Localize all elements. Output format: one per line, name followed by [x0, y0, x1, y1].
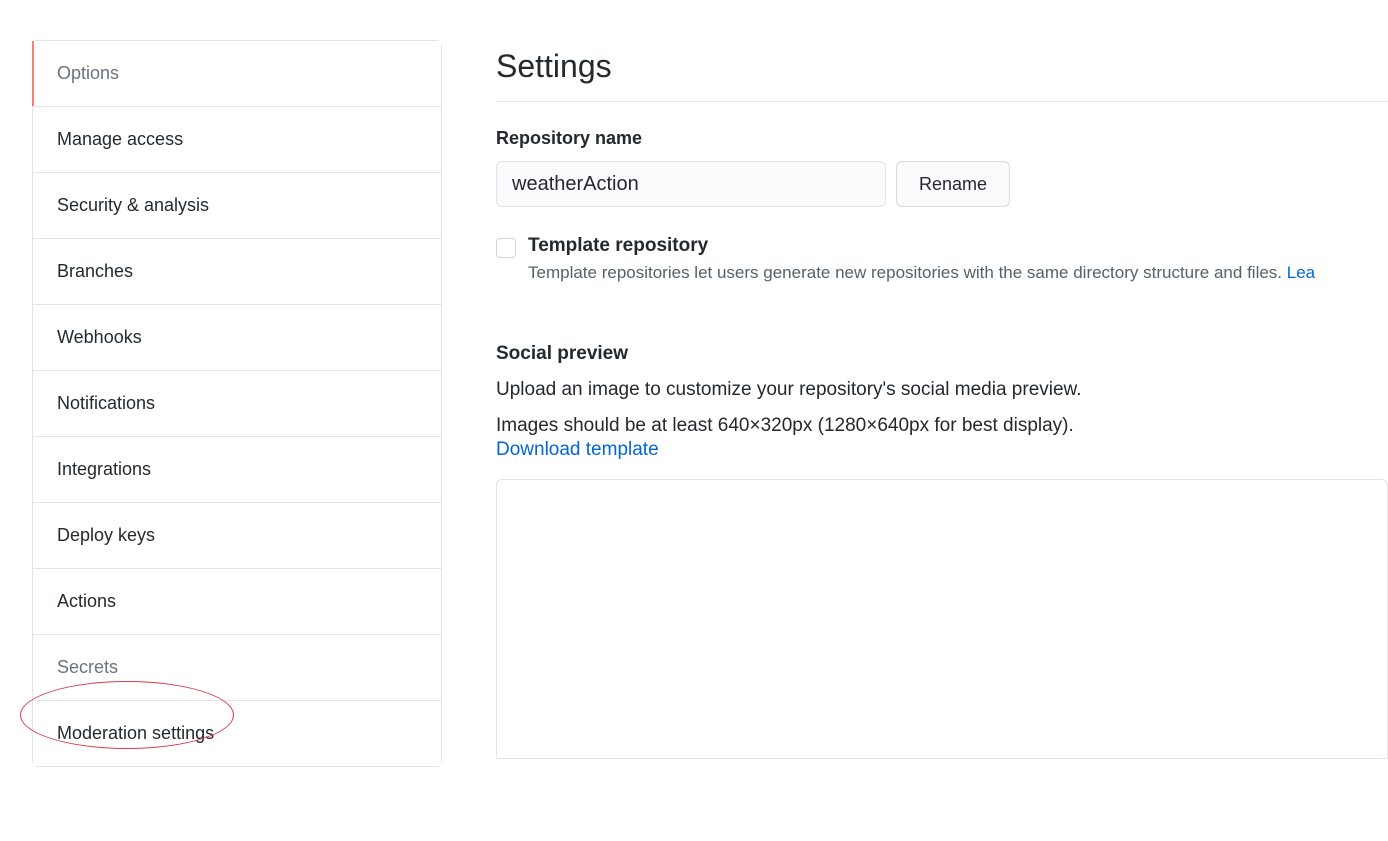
social-preview-title: Social preview	[496, 343, 1388, 365]
template-repository-learn-link[interactable]: Lea	[1287, 263, 1315, 282]
template-repository-description: Template repositories let users generate…	[528, 263, 1388, 283]
sidebar-item-integrations[interactable]: Integrations	[33, 437, 441, 503]
repository-name-section: Repository name Rename	[496, 128, 1388, 207]
social-preview-box[interactable]	[496, 479, 1388, 759]
sidebar-item-security-analysis[interactable]: Security & analysis	[33, 173, 441, 239]
template-repository-title: Template repository	[528, 235, 1388, 257]
sidebar-item-secrets[interactable]: Secrets	[33, 635, 441, 701]
rename-button[interactable]: Rename	[896, 161, 1010, 207]
sidebar-item-branches[interactable]: Branches	[33, 239, 441, 305]
sidebar-item-options[interactable]: Options	[33, 41, 441, 107]
sidebar-item-label: Notifications	[57, 393, 155, 413]
sidebar-item-moderation-settings[interactable]: Moderation settings	[33, 701, 441, 766]
social-preview-line1: Upload an image to customize your reposi…	[496, 379, 1388, 401]
sidebar-item-label: Deploy keys	[57, 525, 155, 545]
sidebar-item-label: Integrations	[57, 459, 151, 479]
sidebar-item-label: Webhooks	[57, 327, 142, 347]
sidebar-item-actions[interactable]: Actions	[33, 569, 441, 635]
sidebar-item-label: Manage access	[57, 129, 183, 149]
sidebar-item-label: Security & analysis	[57, 195, 209, 215]
repo-name-input[interactable]	[496, 161, 886, 207]
main-content: Settings Repository name Rename Template…	[442, 40, 1388, 841]
social-preview-line2: Images should be at least 640×320px (128…	[496, 415, 1388, 437]
download-template-link[interactable]: Download template	[496, 439, 659, 460]
sidebar-item-label: Actions	[57, 591, 116, 611]
sidebar-item-webhooks[interactable]: Webhooks	[33, 305, 441, 371]
sidebar-item-deploy-keys[interactable]: Deploy keys	[33, 503, 441, 569]
sidebar-item-label: Moderation settings	[57, 723, 214, 743]
repo-name-label: Repository name	[496, 128, 1388, 149]
settings-sidebar: Options Manage access Security & analysi…	[32, 40, 442, 767]
social-preview-section: Social preview Upload an image to custom…	[496, 343, 1388, 759]
sidebar-item-label: Branches	[57, 261, 133, 281]
template-repository-row: Template repository Template repositorie…	[496, 235, 1388, 283]
sidebar-item-label: Secrets	[57, 657, 118, 677]
sidebar-item-label: Options	[57, 63, 119, 83]
template-repository-checkbox[interactable]	[496, 238, 516, 258]
sidebar-item-notifications[interactable]: Notifications	[33, 371, 441, 437]
sidebar-item-manage-access[interactable]: Manage access	[33, 107, 441, 173]
page-title: Settings	[496, 48, 1388, 102]
